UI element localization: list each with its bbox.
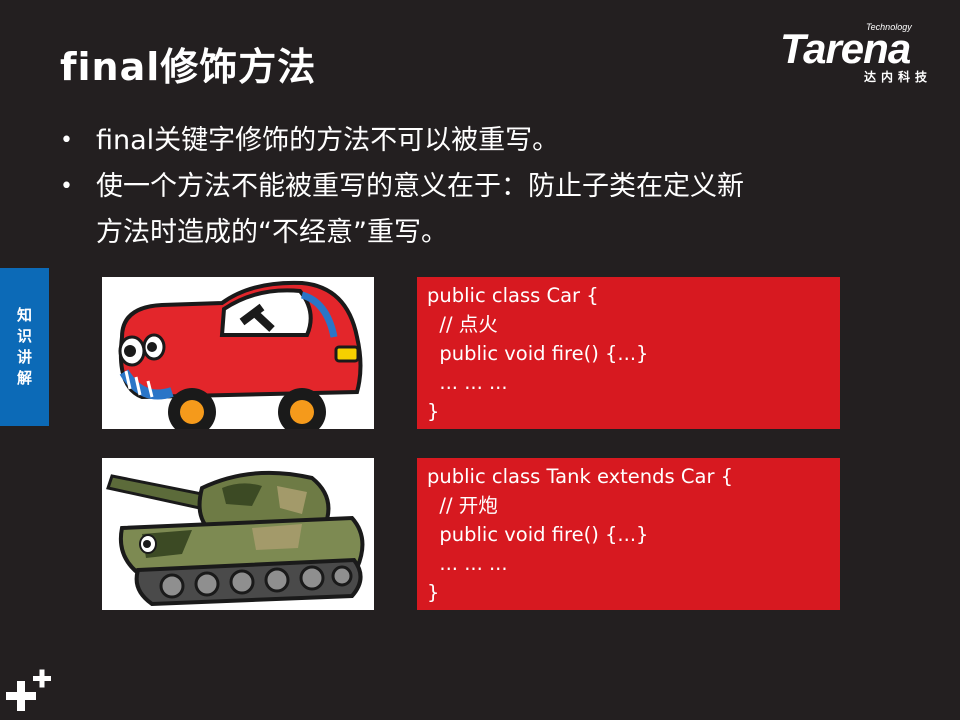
tarena-logo: Technology Tarena 达内科技 [780, 22, 945, 84]
code-line: // 开炮 [427, 494, 498, 517]
bullet-text-line2: 方法时造成的“不经意”重写。 [96, 217, 448, 248]
section-tab-char: 解 [16, 369, 32, 387]
code-line: public class Car { [427, 284, 599, 307]
cartoon-tank-icon [102, 458, 374, 610]
code-block-car: public class Car { // 点火 public void fir… [417, 277, 840, 429]
slide-title: final修饰方法 [60, 45, 317, 89]
code-line: // 点火 [427, 313, 498, 336]
code-block-tank: public class Tank extends Car { // 开炮 pu… [417, 458, 840, 610]
code-line: public class Tank extends Car { [427, 465, 734, 488]
bullet-item: • 使一个方法不能被重写的意义在于：防止子类在定义新 方法时造成的“不经意”重写… [58, 164, 898, 256]
bullet-dot-icon: • [60, 128, 73, 153]
bullet-list: • final关键字修饰的方法不可以被重写。 • 使一个方法不能被重写的意义在于… [58, 118, 898, 256]
logo-chinese: 达内科技 [864, 70, 933, 84]
bullet-dot-icon: • [60, 174, 73, 199]
code-line: ... ... ... [427, 552, 508, 575]
section-tab-char: 讲 [16, 348, 32, 366]
section-tab-char: 知 [16, 306, 32, 324]
section-tab-char: 识 [16, 327, 32, 345]
code-line: public void fire() {...} [427, 523, 649, 546]
code-line: } [427, 400, 440, 423]
logo-wordmark: Tarena [780, 25, 911, 72]
bullet-text-line1: 使一个方法不能被重写的意义在于：防止子类在定义新 [96, 171, 744, 202]
bullet-text: final关键字修饰的方法不可以被重写。 [96, 125, 560, 156]
section-tab: 知 识 讲 解 [0, 268, 49, 426]
code-line: public void fire() {...} [427, 342, 649, 365]
plus-decoration-icon [6, 668, 56, 716]
code-line: ... ... ... [427, 371, 508, 394]
code-line: } [427, 581, 440, 604]
bullet-item: • final关键字修饰的方法不可以被重写。 [58, 118, 898, 164]
cartoon-car-icon [102, 277, 374, 429]
